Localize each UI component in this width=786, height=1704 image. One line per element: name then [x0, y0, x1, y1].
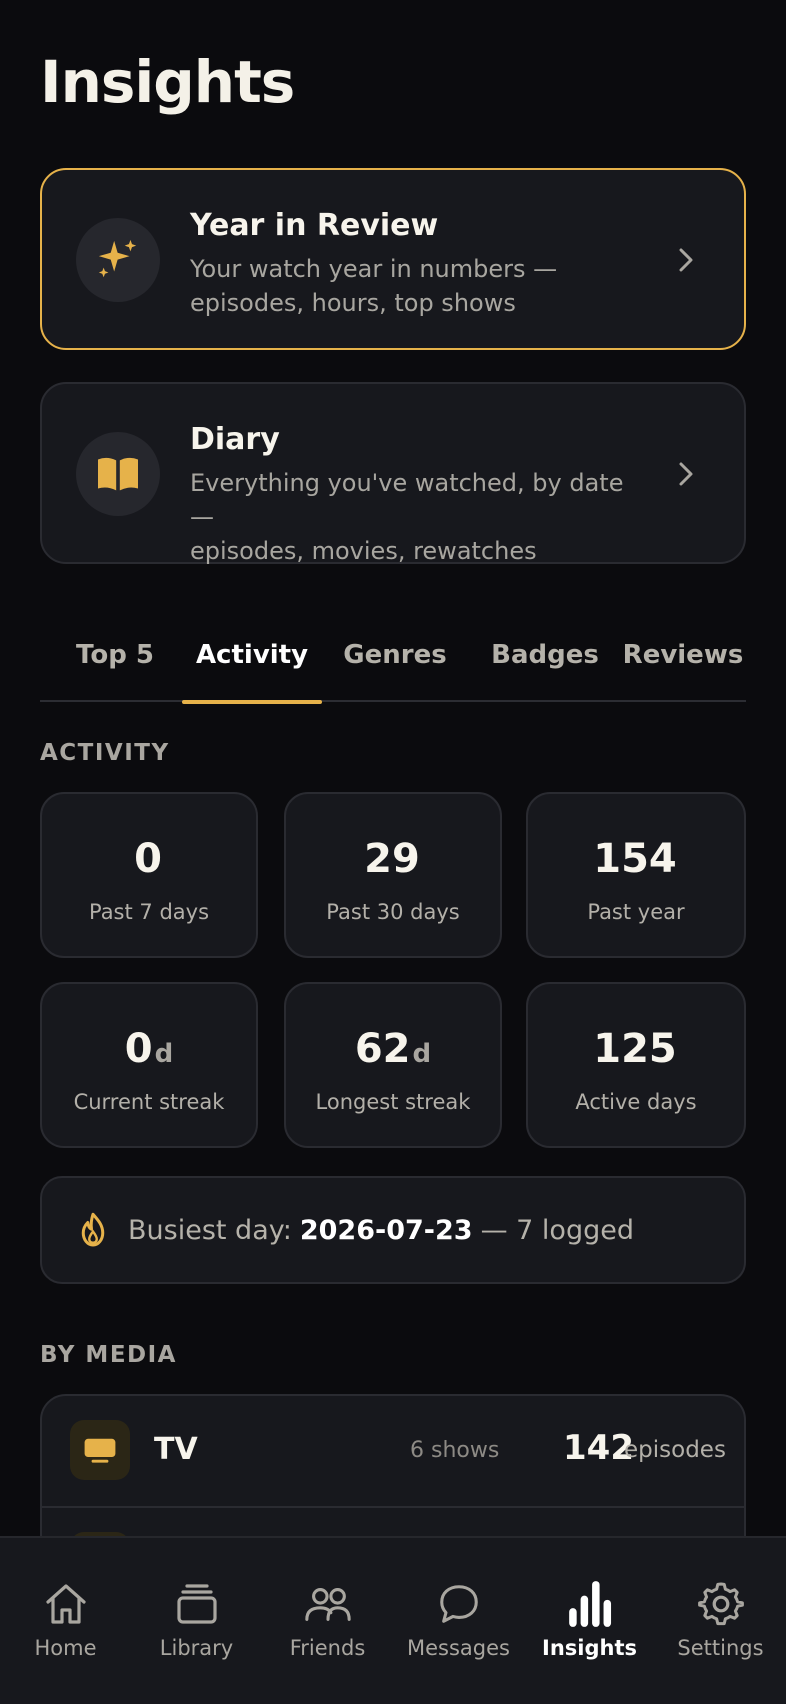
tab-top-5[interactable]: Top 5	[60, 640, 170, 702]
stat-past-30-days: 29 Past 30 days	[284, 792, 502, 958]
busiest-day-prefix: Busiest day:	[128, 1214, 292, 1246]
by-media-heading: BY MEDIA	[40, 1342, 177, 1368]
nav-insights[interactable]: Insights	[524, 1578, 655, 1678]
stat-label: Active days	[575, 1090, 697, 1114]
home-icon	[0, 1578, 131, 1630]
diary-desc-line2: episodes, movies, rewatches	[190, 537, 537, 565]
year-in-review-card[interactable]: Year in Review Your watch year in number…	[40, 168, 746, 350]
insights-icon	[524, 1578, 655, 1630]
diary-icon-circle	[76, 432, 160, 516]
stat-label: Past 7 days	[88, 900, 210, 924]
media-unit: episodes	[624, 1437, 726, 1463]
media-count: 6 shows	[410, 1438, 500, 1463]
stat-label: Past 30 days	[326, 900, 460, 924]
insights-screen: Insights Year in Review Your watch year …	[0, 0, 786, 1704]
nav-label: Settings	[677, 1636, 764, 1660]
stat-active-days: 125 Active days	[526, 982, 746, 1148]
media-row-tv[interactable]: TV 6 shows 142 episodes	[42, 1396, 744, 1506]
chevron-right-icon	[666, 240, 706, 280]
stat-value: 0	[134, 836, 162, 882]
bottom-nav: Home Library Friends Messages Insights S…	[0, 1536, 786, 1704]
nav-home[interactable]: Home	[0, 1578, 131, 1678]
media-value: 142	[563, 1428, 634, 1468]
chevron-right-icon	[666, 454, 706, 494]
diary-description: Everything you've watched, by date — epi…	[190, 466, 650, 568]
stat-past-year: 154 Past year	[526, 792, 746, 958]
nav-label: Library	[159, 1636, 234, 1660]
messages-icon	[393, 1578, 524, 1630]
busiest-day-card: Busiest day: 2026-07-23 — 7 logged	[40, 1176, 746, 1284]
nav-label: Home	[34, 1636, 97, 1660]
stat-value: 125	[593, 1026, 677, 1072]
diary-desc-line1: Everything you've watched, by date —	[190, 469, 624, 531]
diary-card[interactable]: Diary Everything you've watched, by date…	[40, 382, 746, 565]
nav-settings[interactable]: Settings	[655, 1578, 786, 1678]
tv-icon	[70, 1420, 130, 1480]
settings-icon	[655, 1578, 786, 1630]
busiest-day-date: 2026-07-23	[299, 1214, 473, 1246]
stat-value: 29	[364, 836, 420, 882]
flame-icon	[78, 1212, 108, 1248]
library-icon	[131, 1578, 262, 1630]
page-title: Insights	[40, 48, 295, 116]
nav-library[interactable]: Library	[131, 1578, 262, 1678]
stat-value: 154	[593, 836, 677, 882]
stat-label: Current streak	[73, 1090, 225, 1114]
nav-label: Friends	[289, 1636, 366, 1660]
stat-label: Past year	[587, 900, 685, 924]
year-in-review-icon-circle	[76, 218, 160, 302]
busiest-day-suffix: — 7 logged	[480, 1214, 634, 1246]
activity-heading: ACTIVITY	[40, 740, 170, 766]
sparkles-icon	[98, 239, 137, 278]
nav-label: Insights	[542, 1636, 637, 1660]
stat-past-7-days: 0 Past 7 days	[40, 792, 258, 958]
insights-tabs: Top 5 Activity Genres Badges Reviews	[40, 620, 746, 704]
tab-reviews[interactable]: Reviews	[620, 640, 746, 702]
year-in-review-desc-line1: Your watch year in numbers —	[190, 255, 558, 283]
stat-current-streak: 0d Current streak	[40, 982, 258, 1148]
nav-friends[interactable]: Friends	[262, 1578, 393, 1678]
stat-longest-streak: 62d Longest streak	[284, 982, 502, 1148]
friends-icon	[262, 1578, 393, 1630]
stat-value: 62d	[354, 1026, 432, 1072]
year-in-review-desc-line2: episodes, hours, top shows	[190, 289, 516, 317]
nav-label: Messages	[407, 1636, 510, 1660]
stat-label: Longest streak	[315, 1090, 471, 1114]
stat-value: 0d	[124, 1026, 174, 1072]
diary-title: Diary	[190, 422, 280, 457]
book-open-icon	[98, 457, 138, 491]
year-in-review-title: Year in Review	[190, 208, 439, 243]
tab-genres[interactable]: Genres	[340, 640, 450, 702]
year-in-review-description: Your watch year in numbers — episodes, h…	[190, 252, 650, 320]
tab-activity[interactable]: Activity	[182, 640, 322, 704]
tab-badges[interactable]: Badges	[480, 640, 610, 702]
media-name: TV	[154, 1432, 198, 1467]
nav-messages[interactable]: Messages	[393, 1578, 524, 1678]
